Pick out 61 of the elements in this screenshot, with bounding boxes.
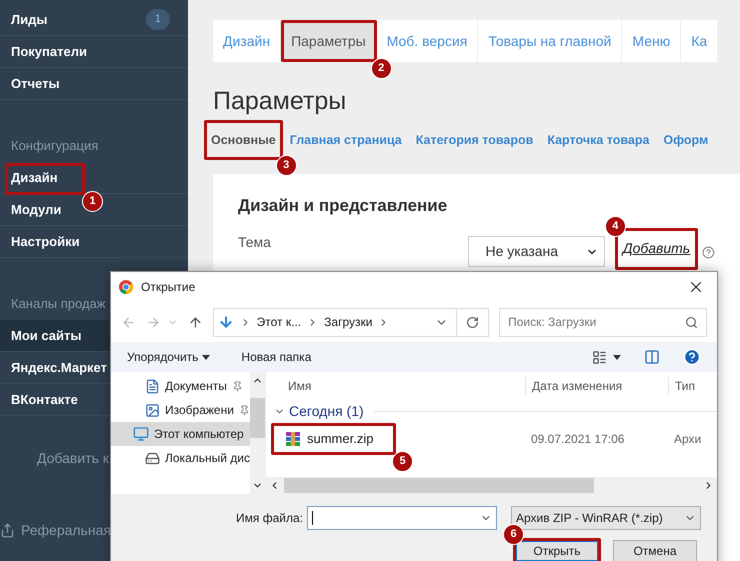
preview-pane-icon[interactable]: [644, 349, 660, 365]
sidebar-item[interactable]: Покупатели: [0, 36, 188, 68]
dialog-title: Открытие: [141, 279, 196, 296]
scrollbar-thumb[interactable]: [250, 398, 265, 438]
count-badge: 1: [146, 9, 170, 30]
step-badge: 5: [392, 451, 413, 472]
file-type: Архи: [673, 431, 702, 448]
breadcrumb[interactable]: Загрузки: [324, 313, 372, 331]
file-name: summer.zip: [307, 430, 374, 448]
step-badge: 2: [370, 58, 392, 79]
nav-pane-item[interactable]: Локальный дис: [111, 446, 250, 470]
caret-icon: [613, 354, 621, 360]
add-link[interactable]: Добавить: [622, 240, 690, 256]
card-title: Дизайн и представление: [238, 196, 448, 216]
view-icon[interactable]: [592, 350, 607, 364]
step-badge: 6: [503, 524, 524, 545]
new-folder-button[interactable]: Новая папка: [241, 348, 312, 366]
page-title: Параметры: [213, 86, 348, 116]
step-badge: 3: [276, 155, 297, 176]
share-icon: [0, 522, 15, 538]
scrollbar-thumb[interactable]: [284, 478, 594, 493]
caret-icon: [202, 354, 210, 360]
nav-pane-item[interactable]: Этот компьютер: [111, 422, 250, 446]
section-header: Конфигурация: [11, 137, 98, 156]
dialog-button[interactable]: Отмена: [613, 540, 697, 561]
pin-icon: [232, 380, 243, 392]
field-label: Тема: [238, 233, 272, 252]
step-badge: 1: [82, 191, 103, 212]
dialog-button[interactable]: Открыть: [515, 540, 599, 561]
archive-icon: [285, 431, 301, 447]
address-bar[interactable]: Этот к... Загрузки: [212, 308, 490, 336]
monitor-icon: [133, 426, 149, 442]
add-channel-link[interactable]: Добавить к: [37, 448, 109, 468]
sidebar-item[interactable]: Отчеты: [0, 68, 188, 100]
refresh-icon[interactable]: [466, 316, 480, 328]
subtab[interactable]: Основные: [211, 130, 276, 150]
search-field[interactable]: Поиск: Загрузки: [499, 308, 707, 336]
search-icon: [684, 316, 698, 328]
file-type-select[interactable]: Архив ZIP - WinRAR (*.zip): [511, 506, 701, 530]
theme-select[interactable]: Не указана: [468, 236, 605, 267]
drive-icon: [145, 450, 160, 466]
file-date: 09.07.2021 17:06: [530, 431, 626, 448]
column-header[interactable]: Имя: [266, 376, 525, 394]
pin-icon: [238, 404, 250, 416]
document-icon: [145, 378, 160, 394]
browser-logo-icon: [119, 280, 133, 294]
referral-link[interactable]: Реферальная: [21, 520, 111, 540]
group-header[interactable]: Сегодня (1): [289, 400, 364, 422]
image-icon: [145, 402, 160, 418]
sidebar-item[interactable]: Настройки: [0, 226, 188, 258]
help-icon[interactable]: [702, 246, 715, 259]
breadcrumb[interactable]: Этот к...: [256, 313, 302, 331]
column-header[interactable]: Дата изменения: [525, 376, 668, 394]
section-header: Каналы продаж: [11, 295, 106, 314]
step-badge: 4: [604, 216, 626, 237]
sidebar-item[interactable]: Лиды 1: [0, 4, 188, 36]
filename-field[interactable]: [307, 506, 497, 530]
column-header[interactable]: Тип: [668, 376, 696, 394]
downloads-icon: [218, 314, 234, 330]
field-label: Имя файла:: [236, 510, 303, 527]
up-icon[interactable]: [188, 314, 203, 330]
